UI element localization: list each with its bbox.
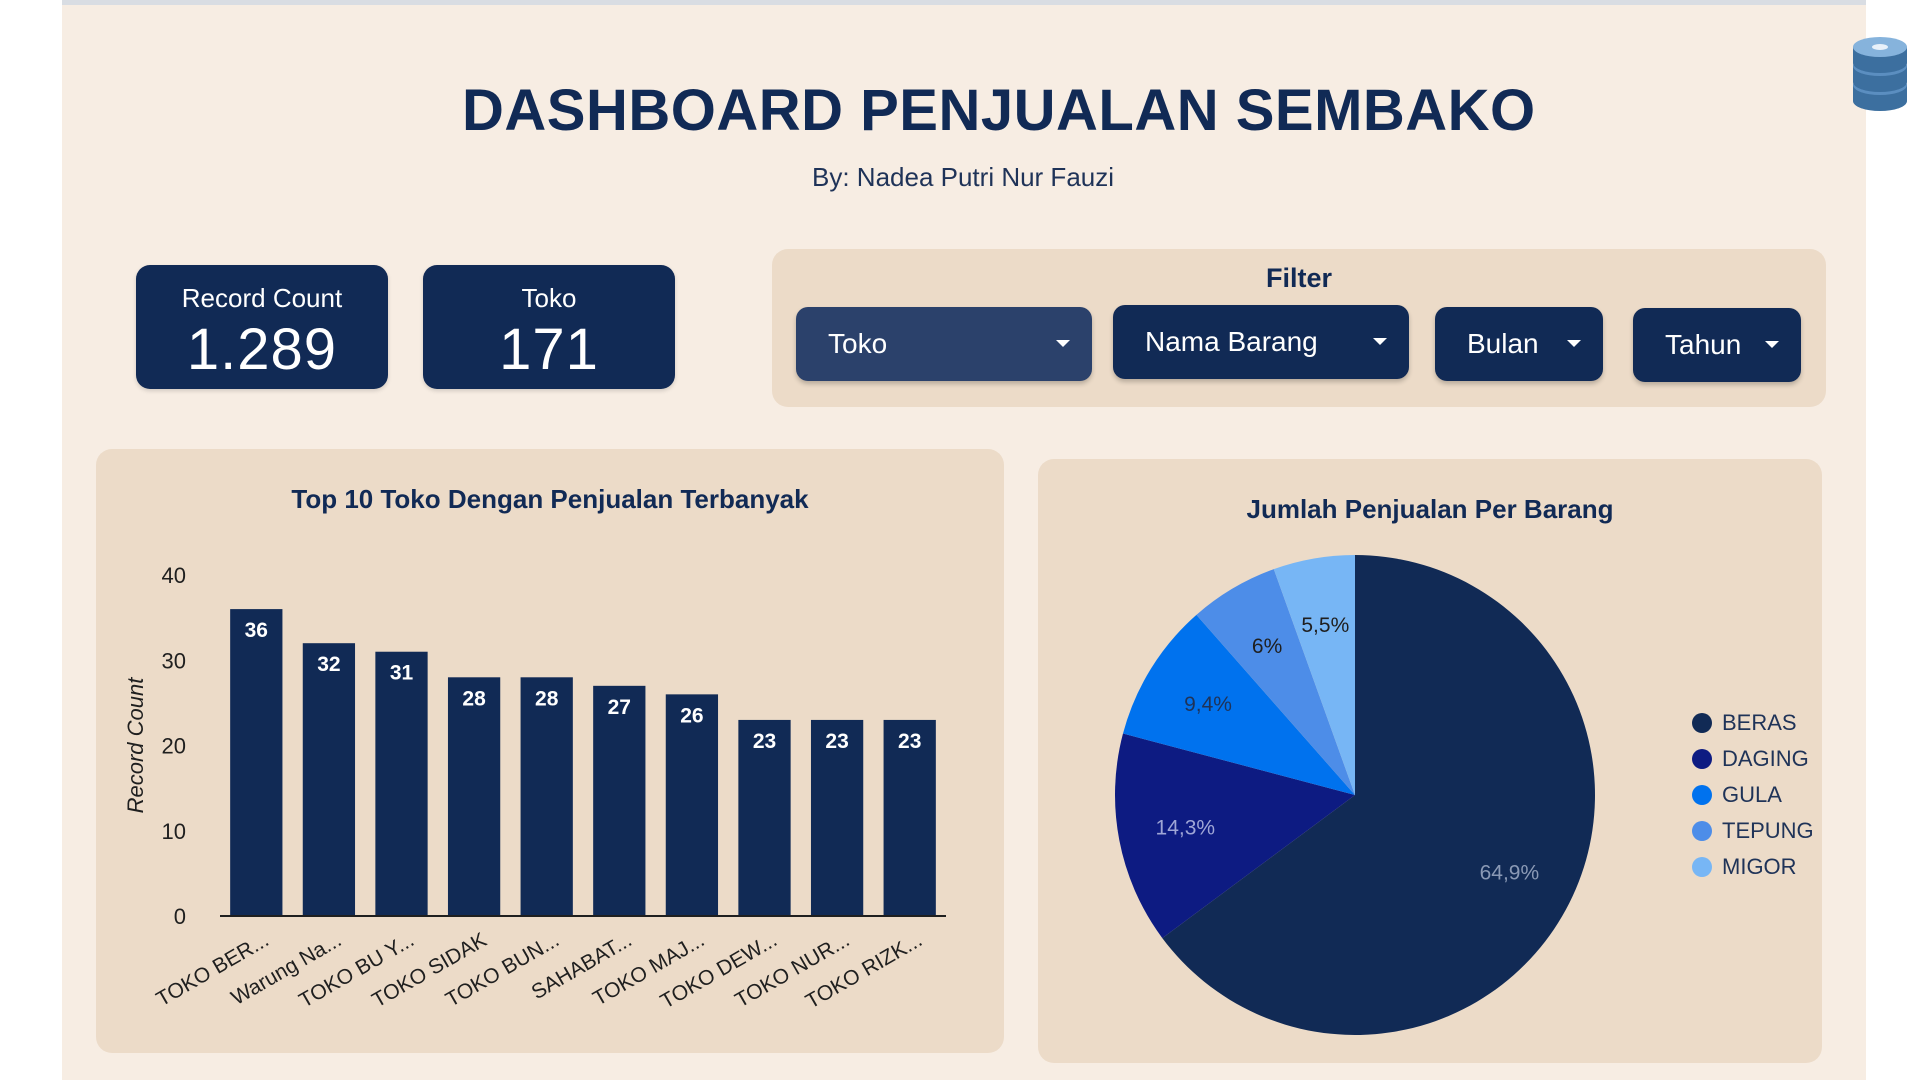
pie-legend: BERAS DAGING GULA TEPUNG MIGOR <box>1692 705 1814 885</box>
legend-label: MIGOR <box>1722 854 1797 879</box>
legend-item[interactable]: BERAS <box>1692 705 1814 741</box>
dashboard-canvas: DASHBOARD PENJUALAN SEMBAKO By: Nadea Pu… <box>62 0 1907 1080</box>
chevron-down-icon <box>1373 338 1387 345</box>
dropdown-bulan[interactable]: Bulan <box>1435 307 1603 381</box>
dropdown-nama-barang[interactable]: Nama Barang <box>1113 305 1409 379</box>
legend-item[interactable]: GULA <box>1692 777 1814 813</box>
kpi-toko-label: Toko <box>521 283 577 313</box>
kpi-toko-value: 171 <box>499 317 599 382</box>
legend-swatch <box>1692 785 1712 805</box>
dropdown-tahun[interactable]: Tahun <box>1633 308 1801 382</box>
chevron-down-icon <box>1567 340 1581 347</box>
kpi-record-count: Record Count 1.289 <box>136 265 388 389</box>
chevron-down-icon <box>1765 341 1779 348</box>
legend-swatch <box>1692 821 1712 841</box>
page-title: DASHBOARD PENJUALAN SEMBAKO <box>462 78 1536 143</box>
filter-panel: Filter Toko Nama Barang Bulan Tahun <box>772 249 1826 407</box>
kpi-toko: Toko 171 <box>423 265 675 389</box>
database-icon[interactable] <box>1852 35 1908 113</box>
legend-label: BERAS <box>1722 710 1797 735</box>
kpi-record-count-label: Record Count <box>181 283 343 313</box>
legend-swatch <box>1692 713 1712 733</box>
page-subtitle: By: Nadea Putri Nur Fauzi <box>812 162 1115 192</box>
legend-item[interactable]: DAGING <box>1692 741 1814 777</box>
kpi-record-count-value: 1.289 <box>186 317 338 382</box>
dropdown-bulan-label: Bulan <box>1467 328 1539 359</box>
dropdown-toko[interactable]: Toko <box>796 307 1092 381</box>
legend-label: TEPUNG <box>1722 818 1814 843</box>
legend-label: GULA <box>1722 782 1782 807</box>
filter-title: Filter <box>1265 263 1332 293</box>
dropdown-toko-label: Toko <box>828 328 888 359</box>
pie-chart-title: Jumlah Penjualan Per Barang <box>1246 494 1614 524</box>
dropdown-nama-barang-label: Nama Barang <box>1145 326 1318 357</box>
bar-chart-title: Top 10 Toko Dengan Penjualan Terbanyak <box>291 484 809 514</box>
legend-swatch <box>1692 749 1712 769</box>
legend-label: DAGING <box>1722 746 1809 771</box>
bar-chart-card: Top 10 Toko Dengan Penjualan Terbanyak <box>96 449 1004 1053</box>
dropdown-tahun-label: Tahun <box>1665 329 1742 360</box>
legend-item[interactable]: MIGOR <box>1692 849 1814 885</box>
legend-swatch <box>1692 857 1712 877</box>
legend-item[interactable]: TEPUNG <box>1692 813 1814 849</box>
chevron-down-icon <box>1056 340 1070 347</box>
